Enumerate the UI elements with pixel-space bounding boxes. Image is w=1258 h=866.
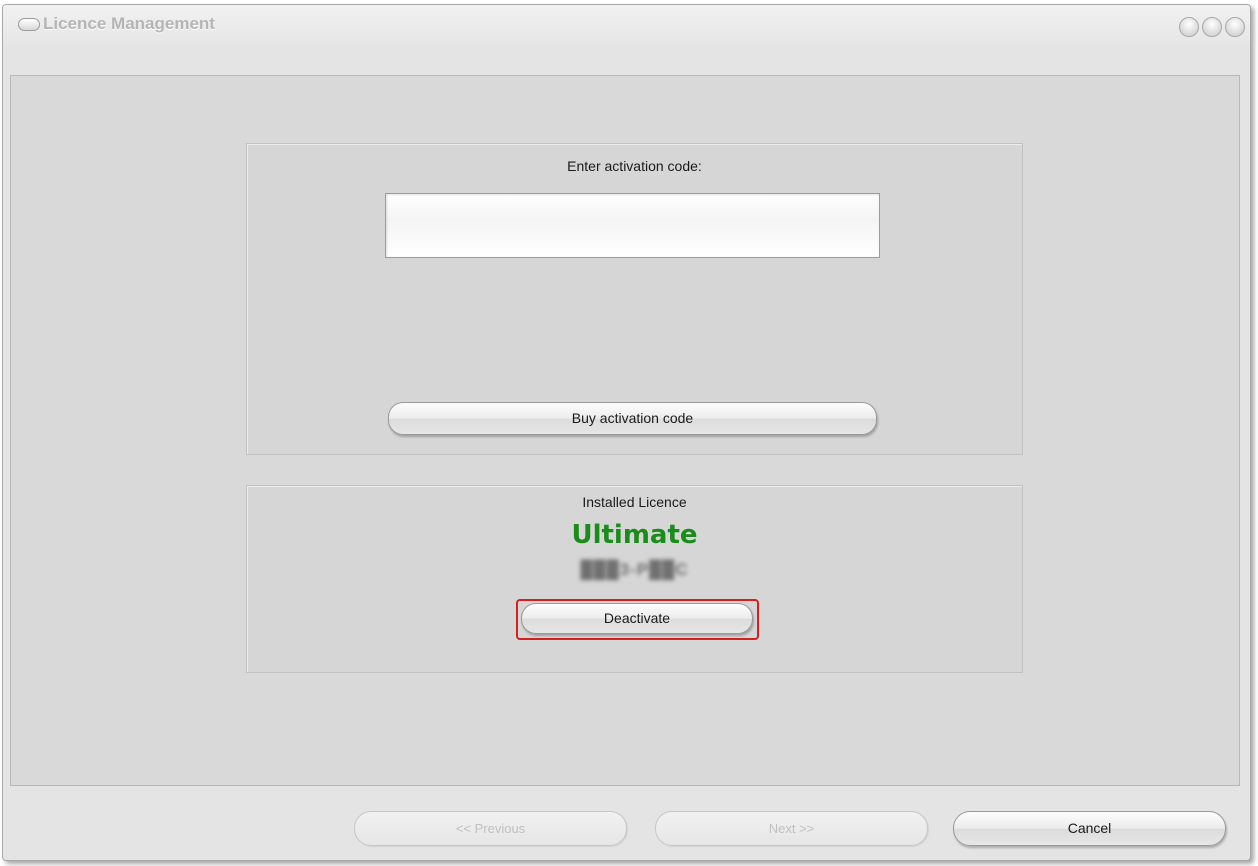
minimize-icon[interactable] bbox=[1179, 17, 1199, 37]
activation-code-group: Enter activation code: Buy activation co… bbox=[246, 143, 1023, 455]
window-title: Licence Management bbox=[43, 14, 215, 33]
deactivate-button[interactable]: Deactivate bbox=[521, 603, 753, 634]
buy-activation-code-button[interactable]: Buy activation code bbox=[388, 402, 877, 435]
cancel-button[interactable]: Cancel bbox=[953, 811, 1226, 846]
maximize-icon[interactable] bbox=[1202, 17, 1222, 37]
licence-key-masked: ███3-P██C bbox=[580, 560, 689, 579]
window-menu-icon[interactable] bbox=[18, 18, 40, 31]
next-button[interactable]: Next >> bbox=[655, 811, 928, 846]
activation-code-label: Enter activation code: bbox=[567, 158, 702, 174]
close-icon[interactable] bbox=[1225, 17, 1245, 37]
installed-licence-heading: Installed Licence bbox=[582, 494, 687, 510]
content-panel: Enter activation code: Buy activation co… bbox=[10, 75, 1240, 786]
installed-licence-group: Installed Licence Ultimate ███3-P██C Dea… bbox=[246, 485, 1023, 673]
previous-button[interactable]: << Previous bbox=[354, 811, 627, 846]
licence-management-window: Licence Management Enter activation code… bbox=[2, 4, 1251, 861]
activation-code-input[interactable] bbox=[385, 193, 880, 258]
title-bar[interactable]: Licence Management bbox=[3, 5, 1250, 45]
licence-edition: Ultimate bbox=[571, 520, 698, 550]
